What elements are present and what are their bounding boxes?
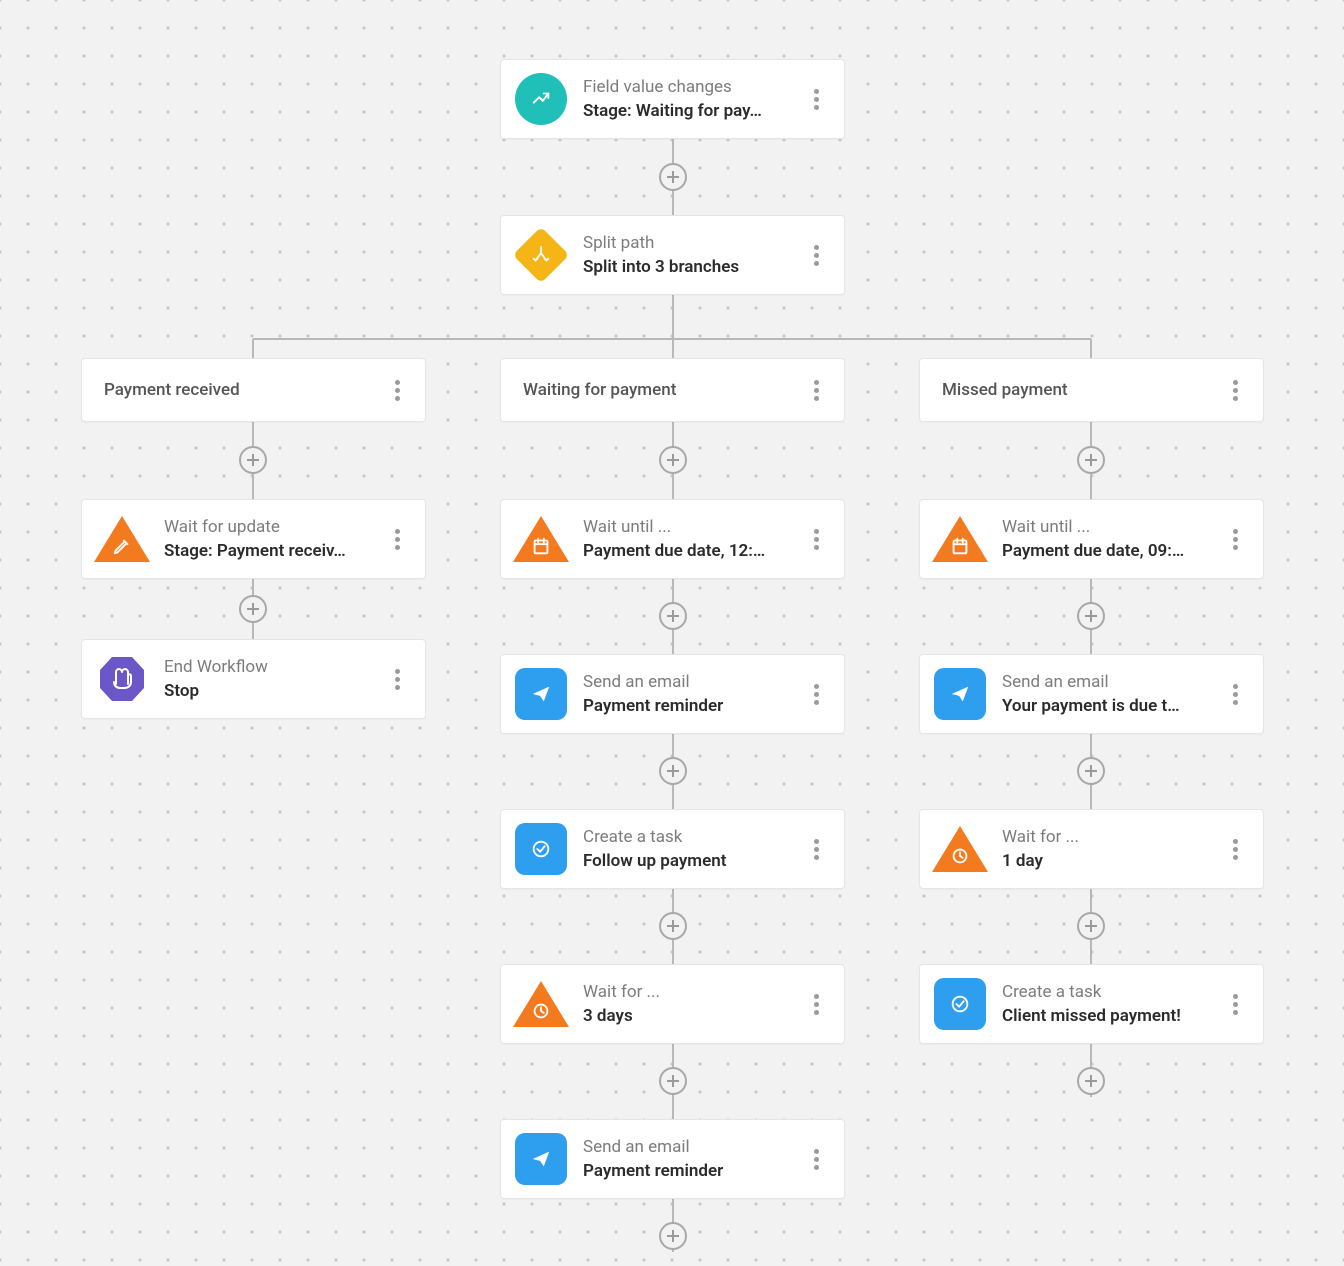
- card-title: Send an email: [583, 1137, 802, 1157]
- card-texts: End Workflow Stop: [164, 657, 383, 702]
- card-subtitle: Follow up payment: [583, 851, 802, 871]
- card-more-menu[interactable]: [802, 89, 830, 110]
- branch-label-text: Missed payment: [942, 380, 1221, 400]
- send-email-card[interactable]: Send an email Payment reminder: [500, 1119, 845, 1199]
- card-title: Create a task: [1002, 982, 1221, 1002]
- branch-label-left[interactable]: Payment received: [81, 358, 426, 422]
- card-title: Wait until ...: [583, 517, 802, 537]
- send-icon: [515, 668, 567, 720]
- add-step-button[interactable]: [1077, 1067, 1105, 1095]
- wait-for-card[interactable]: Wait for ... 1 day: [919, 809, 1264, 889]
- card-more-menu[interactable]: [802, 1149, 830, 1170]
- node-icon-wrap: [515, 513, 567, 565]
- wait-until-card[interactable]: Wait until ... Payment due date, 09:…: [919, 499, 1264, 579]
- add-step-button[interactable]: [659, 912, 687, 940]
- card-title: Send an email: [583, 672, 802, 692]
- add-step-button[interactable]: [1077, 757, 1105, 785]
- card-title: Wait until ...: [1002, 517, 1221, 537]
- add-step-button[interactable]: [1077, 446, 1105, 474]
- split-card[interactable]: Split path Split into 3 branches: [500, 215, 845, 295]
- card-title: Wait for ...: [1002, 827, 1221, 847]
- branch-label-text: Payment received: [104, 380, 383, 400]
- card-subtitle: Payment reminder: [583, 1161, 802, 1181]
- card-more-menu[interactable]: [1221, 994, 1249, 1015]
- stop-hex-icon: [97, 654, 147, 704]
- send-email-card[interactable]: Send an email Payment reminder: [500, 654, 845, 734]
- card-title: Create a task: [583, 827, 802, 847]
- card-subtitle: Stage: Payment receiv…: [164, 541, 383, 561]
- calendar-triangle-icon: [513, 516, 569, 562]
- add-step-button[interactable]: [659, 1222, 687, 1250]
- check-circle-icon: [934, 978, 986, 1030]
- card-title: Split path: [583, 233, 802, 253]
- branch-more-menu[interactable]: [1221, 380, 1249, 401]
- split-icon-wrap: [515, 229, 567, 281]
- create-task-card[interactable]: Create a task Follow up payment: [500, 809, 845, 889]
- clock-triangle-icon: [932, 826, 988, 872]
- card-more-menu[interactable]: [802, 994, 830, 1015]
- node-icon-wrap: [96, 513, 148, 565]
- end-workflow-card[interactable]: End Workflow Stop: [81, 639, 426, 719]
- send-email-card[interactable]: Send an email Your payment is due t…: [919, 654, 1264, 734]
- card-more-menu[interactable]: [1221, 684, 1249, 705]
- check-circle-icon: [515, 823, 567, 875]
- card-title: Wait for update: [164, 517, 383, 537]
- card-subtitle: Payment due date, 12:…: [583, 541, 802, 561]
- trigger-icon-wrap: [515, 73, 567, 125]
- wait-for-card[interactable]: Wait for ... 3 days: [500, 964, 845, 1044]
- card-subtitle: Client missed payment!: [1002, 1006, 1221, 1026]
- add-step-button[interactable]: [659, 1067, 687, 1095]
- split-icon: [513, 227, 570, 284]
- branch-more-menu[interactable]: [383, 380, 411, 401]
- card-more-menu[interactable]: [802, 839, 830, 860]
- card-more-menu[interactable]: [802, 684, 830, 705]
- card-subtitle: Payment reminder: [583, 696, 802, 716]
- add-step-button[interactable]: [1077, 602, 1105, 630]
- card-more-menu[interactable]: [802, 529, 830, 550]
- card-title: Wait for ...: [583, 982, 802, 1002]
- send-icon: [515, 1133, 567, 1185]
- card-more-menu[interactable]: [802, 245, 830, 266]
- card-subtitle: Stop: [164, 681, 383, 701]
- branch-label-center[interactable]: Waiting for payment: [500, 358, 845, 422]
- add-step-button[interactable]: [659, 446, 687, 474]
- card-texts: Split path Split into 3 branches: [583, 233, 802, 278]
- add-step-button[interactable]: [659, 757, 687, 785]
- card-title: Send an email: [1002, 672, 1221, 692]
- card-subtitle: 1 day: [1002, 851, 1221, 871]
- trend-icon: [515, 73, 567, 125]
- card-subtitle: Payment due date, 09:…: [1002, 541, 1221, 561]
- card-title: End Workflow: [164, 657, 383, 677]
- card-subtitle: Your payment is due t…: [1002, 696, 1221, 716]
- trigger-card[interactable]: Field value changes Stage: Waiting for p…: [500, 59, 845, 139]
- wait-for-update-card[interactable]: Wait for update Stage: Payment receiv…: [81, 499, 426, 579]
- card-title: Field value changes: [583, 77, 802, 97]
- send-icon: [934, 668, 986, 720]
- card-texts: Field value changes Stage: Waiting for p…: [583, 77, 802, 122]
- add-step-button[interactable]: [239, 595, 267, 623]
- card-more-menu[interactable]: [383, 669, 411, 690]
- card-texts: Wait for update Stage: Payment receiv…: [164, 517, 383, 562]
- workflow-canvas[interactable]: Field value changes Stage: Waiting for p…: [0, 0, 1344, 1266]
- add-step-button[interactable]: [659, 602, 687, 630]
- card-more-menu[interactable]: [1221, 529, 1249, 550]
- node-icon-wrap: [96, 653, 148, 705]
- branch-label-text: Waiting for payment: [523, 380, 802, 400]
- card-more-menu[interactable]: [1221, 839, 1249, 860]
- card-subtitle: Stage: Waiting for pay…: [583, 101, 802, 121]
- branch-label-right[interactable]: Missed payment: [919, 358, 1264, 422]
- add-step-button[interactable]: [1077, 912, 1105, 940]
- card-subtitle: 3 days: [583, 1006, 802, 1026]
- card-subtitle: Split into 3 branches: [583, 257, 802, 277]
- add-step-button[interactable]: [239, 446, 267, 474]
- pencil-triangle-icon: [94, 516, 150, 562]
- clock-triangle-icon: [513, 981, 569, 1027]
- card-more-menu[interactable]: [383, 529, 411, 550]
- create-task-card[interactable]: Create a task Client missed payment!: [919, 964, 1264, 1044]
- wait-until-card[interactable]: Wait until ... Payment due date, 12:…: [500, 499, 845, 579]
- calendar-triangle-icon: [932, 516, 988, 562]
- branch-more-menu[interactable]: [802, 380, 830, 401]
- add-step-button[interactable]: [659, 163, 687, 191]
